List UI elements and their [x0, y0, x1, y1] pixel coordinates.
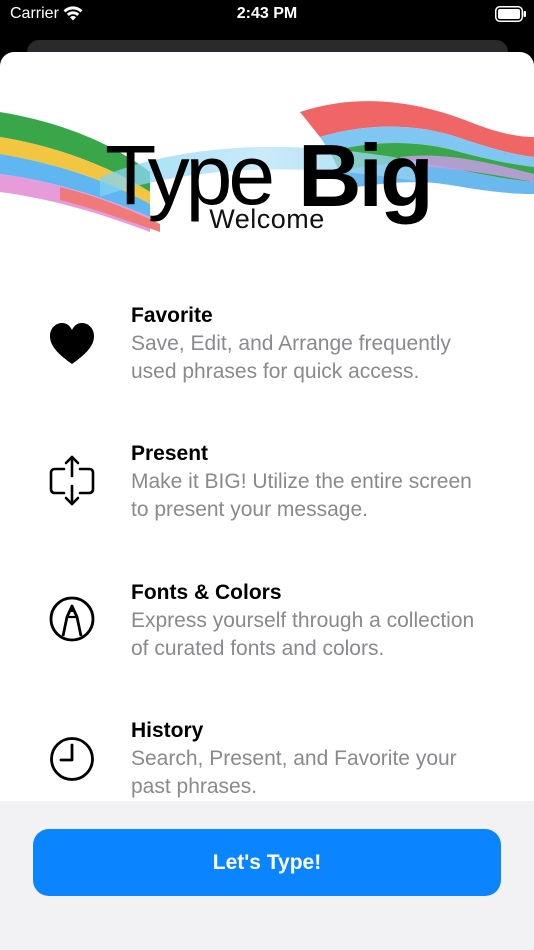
feature-title: History [131, 719, 204, 742]
present-expand-icon [49, 455, 95, 506]
feature-description-line: used phrases for quick access. [131, 360, 420, 383]
feature-description-line: of curated fonts and colors. [131, 637, 385, 660]
feature-description: Make it BIG! Utilize the entire screen t… [131, 468, 511, 524]
feature-description: Save, Edit, and Arrange frequently used … [131, 330, 511, 386]
welcome-sheet: Type Big Welcome Favorite Save, Edit, an… [0, 52, 534, 950]
feature-description-line: past phrases. [131, 775, 258, 798]
feature-title: Fonts & Colors [131, 581, 282, 604]
feature-fonts-colors: Fonts & Colors Express yourself through … [0, 581, 534, 681]
feature-description-line: Search, Present, and Favorite your [131, 747, 457, 770]
feature-description-line: Save, Edit, and Arrange frequently [131, 332, 451, 355]
status-bar: Carrier 2:43 PM [0, 0, 534, 30]
status-time: 2:43 PM [236, 5, 298, 22]
marker-pen-icon [49, 596, 95, 642]
bottom-action-area: Let's Type! [0, 801, 534, 950]
lets-type-button[interactable]: Let's Type! [33, 829, 501, 896]
feature-present: Present Make it BIG! Utilize the entire … [0, 442, 534, 542]
feature-description: Search, Present, and Favorite your past … [131, 745, 511, 801]
heart-icon [50, 323, 94, 364]
clock-icon [50, 737, 94, 781]
feature-title: Present [131, 442, 209, 465]
feature-description: Express yourself through a collection of… [131, 607, 511, 663]
feature-favorite: Favorite Save, Edit, and Arrange frequen… [0, 304, 534, 404]
screen: Carrier 2:43 PM Type Big Welcome Favorit… [0, 0, 534, 950]
feature-description-line: Express yourself through a collection [131, 609, 475, 632]
feature-title: Favorite [131, 304, 213, 327]
battery-icon [495, 6, 526, 22]
welcome-heading: Welcome [209, 204, 325, 234]
feature-description-line: to present your message. [131, 498, 368, 521]
feature-description-line: Make it BIG! Utilize the entire screen [131, 470, 472, 493]
